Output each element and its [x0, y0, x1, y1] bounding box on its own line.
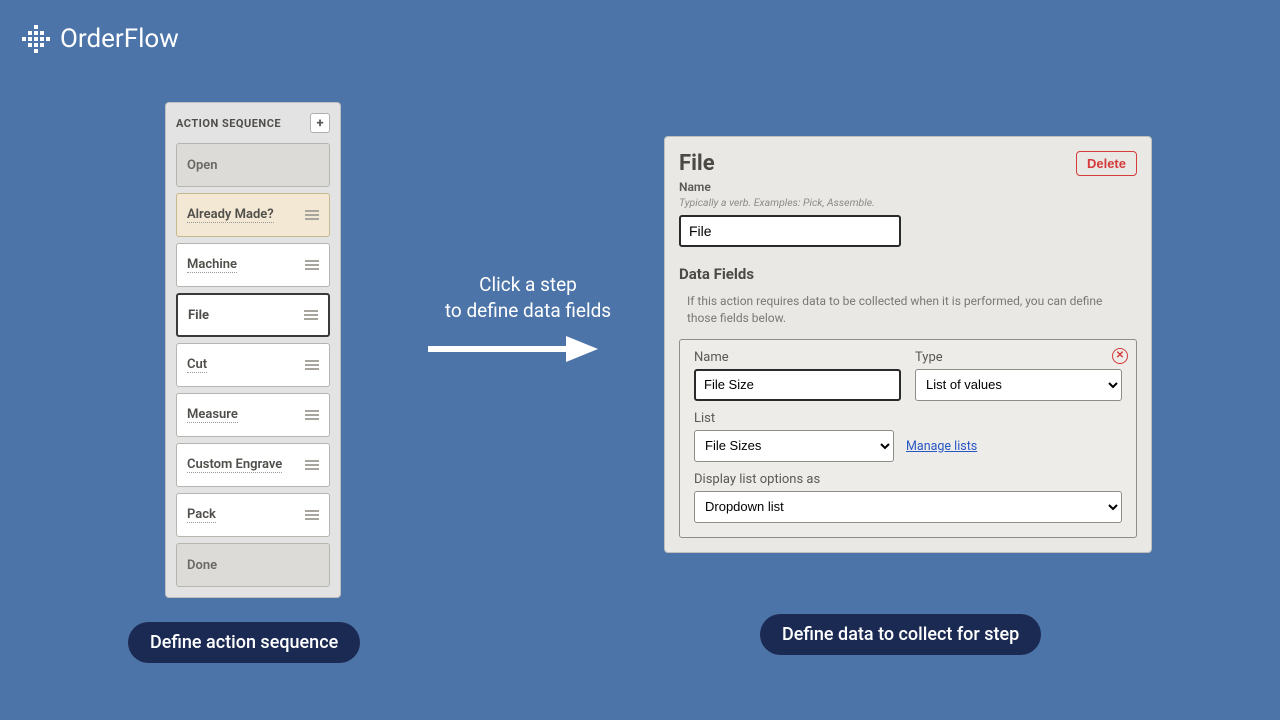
delete-button[interactable]: Delete [1076, 151, 1137, 176]
step-label: File [188, 308, 209, 323]
field-list-label: List [694, 411, 894, 426]
drag-handle-icon[interactable] [305, 260, 319, 270]
drag-handle-icon[interactable] [305, 510, 319, 520]
brand-name: OrderFlow [60, 24, 179, 54]
step-file[interactable]: File [176, 293, 330, 337]
step-label: Cut [187, 357, 207, 373]
logo-icon [22, 25, 50, 53]
action-sequence-panel: ACTION SEQUENCE + Open Already Made? Mac… [165, 102, 341, 598]
field-list-select[interactable]: File Sizes [694, 430, 894, 462]
step-cut[interactable]: Cut [176, 343, 330, 387]
drag-handle-icon[interactable] [304, 310, 318, 320]
instruction-text: Click a step to define data fields [398, 272, 658, 323]
field-name-label: Name [694, 350, 901, 365]
step-already-made[interactable]: Already Made? [176, 193, 330, 237]
drag-handle-icon[interactable] [305, 360, 319, 370]
data-fields-heading: Data Fields [679, 265, 1137, 283]
step-custom-engrave[interactable]: Custom Engrave [176, 443, 330, 487]
name-hint: Typically a verb. Examples: Pick, Assemb… [679, 196, 1137, 209]
instruction-line2: to define data fields [445, 299, 611, 322]
field-display-select[interactable]: Dropdown list [694, 491, 1122, 523]
detail-heading: File [679, 151, 715, 176]
step-measure[interactable]: Measure [176, 393, 330, 437]
field-type-label: Type [915, 350, 1122, 365]
step-done[interactable]: Done [176, 543, 330, 587]
step-machine[interactable]: Machine [176, 243, 330, 287]
instruction-line1: Click a step [479, 273, 577, 296]
step-label: Measure [187, 407, 238, 423]
step-pack[interactable]: Pack [176, 493, 330, 537]
step-label: Open [187, 158, 218, 173]
action-sequence-title: ACTION SEQUENCE [176, 117, 281, 130]
field-name-input[interactable] [694, 369, 901, 401]
step-label: Machine [187, 257, 237, 273]
data-field-card: ✕ Name Type List of values List File Siz… [679, 339, 1137, 538]
brand-logo: OrderFlow [22, 24, 179, 54]
field-display-label: Display list options as [694, 472, 1122, 487]
drag-handle-icon[interactable] [305, 460, 319, 470]
field-type-select[interactable]: List of values [915, 369, 1122, 401]
step-label: Custom Engrave [187, 457, 282, 473]
step-name-input[interactable] [679, 215, 901, 247]
drag-handle-icon[interactable] [305, 410, 319, 420]
drag-handle-icon[interactable] [305, 210, 319, 220]
arrow-icon [428, 334, 598, 368]
step-open[interactable]: Open [176, 143, 330, 187]
step-label: Pack [187, 507, 216, 523]
manage-lists-link[interactable]: Manage lists [906, 439, 977, 462]
step-label: Already Made? [187, 207, 274, 223]
add-step-button[interactable]: + [310, 113, 330, 133]
remove-field-button[interactable]: ✕ [1112, 348, 1128, 364]
name-label: Name [679, 180, 1137, 194]
caption-left: Define action sequence [128, 622, 360, 663]
caption-right: Define data to collect for step [760, 614, 1041, 655]
data-fields-description: If this action requires data to be colle… [679, 293, 1137, 327]
step-label: Done [187, 558, 217, 573]
step-detail-panel: File Delete Name Typically a verb. Examp… [664, 136, 1152, 553]
